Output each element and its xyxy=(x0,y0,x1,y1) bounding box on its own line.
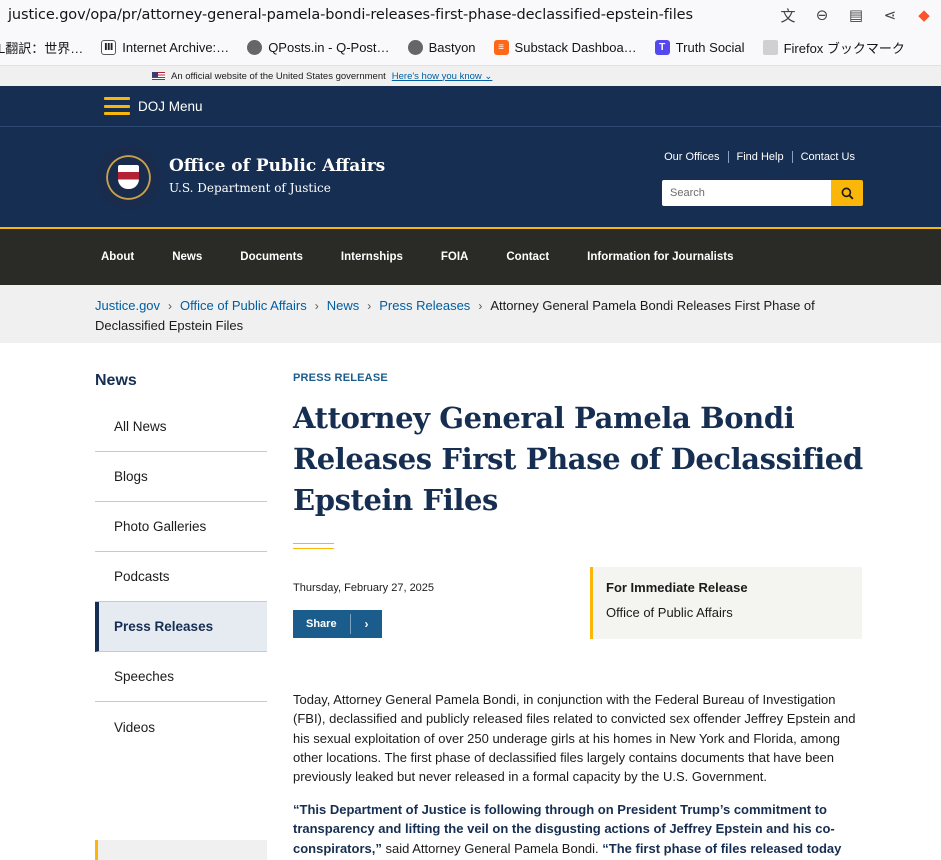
sidebar-item-blogs[interactable]: Blogs xyxy=(95,452,267,502)
url-text[interactable]: justice.gov/opa/pr/attorney-general-pame… xyxy=(8,7,693,23)
article-headline: Attorney General Pamela Bondi Releases F… xyxy=(293,401,863,517)
gov-banner: An official website of the United States… xyxy=(0,66,941,86)
translate-icon[interactable]: 文 xyxy=(771,5,805,26)
bookmark-firefox-folder[interactable]: Firefox ブックマーク xyxy=(762,38,905,57)
contact-us-link[interactable]: Contact Us xyxy=(791,151,863,163)
doj-seal-logo[interactable] xyxy=(96,145,161,210)
substack-icon: ≡ xyxy=(493,40,509,55)
release-info-box: For Immediate Release Office of Public A… xyxy=(590,567,862,639)
bookmark-label: QPosts.in - Q-Post… xyxy=(268,40,390,55)
globe-icon xyxy=(247,40,263,55)
search-form xyxy=(662,180,863,206)
heres-how-you-know-link[interactable]: Here's how you know ⌄ xyxy=(392,71,493,82)
headline-divider xyxy=(293,543,334,549)
bookmark-label: Truth Social xyxy=(675,40,745,55)
sidebar-item-videos[interactable]: Videos xyxy=(95,702,267,752)
folder-icon xyxy=(762,40,778,55)
nav-foia[interactable]: FOIA xyxy=(441,251,468,263)
brave-icon[interactable]: ◆ xyxy=(907,6,941,24)
chevron-right-icon: › xyxy=(350,614,382,634)
chevron-right-icon: › xyxy=(367,299,372,313)
doj-menu-label: DOJ Menu xyxy=(138,98,203,114)
article-body-paragraph: Today, Attorney General Pamela Bondi, in… xyxy=(293,692,856,785)
find-help-link[interactable]: Find Help xyxy=(727,151,792,163)
gov-banner-text: An official website of the United States… xyxy=(171,70,386,82)
quote-text-continued: “The first phase of files released today xyxy=(602,840,842,856)
breadcrumb-press-releases[interactable]: Press Releases xyxy=(379,298,470,313)
sidebar-item-podcasts[interactable]: Podcasts xyxy=(95,552,267,602)
search-icon xyxy=(841,187,854,200)
quote-attribution: said Attorney General Pamela Bondi. xyxy=(381,840,603,856)
nav-internships[interactable]: Internships xyxy=(341,251,403,263)
article-kicker: PRESS RELEASE xyxy=(293,372,388,384)
bookmark-internet-archive[interactable]: Ⅲ Internet Archive:… xyxy=(101,40,229,55)
article: PRESS RELEASE Attorney General Pamela Bo… xyxy=(293,372,863,856)
bookmark-label: Substack Dashboa… xyxy=(514,40,637,55)
reader-icon[interactable]: ▤ xyxy=(839,6,873,24)
sidebar-item-press-releases[interactable]: Press Releases xyxy=(95,602,267,652)
url-bar-actions: 文 ⊖ ▤ ⋖ ◆ xyxy=(771,0,941,30)
nav-documents[interactable]: Documents xyxy=(240,251,303,263)
news-sidebar: News All News Blogs Photo Galleries Podc… xyxy=(95,372,267,752)
doj-menu-button[interactable]: DOJ Menu xyxy=(0,86,941,126)
breadcrumb-office-of-public-affairs[interactable]: Office of Public Affairs xyxy=(180,298,307,313)
bookmark-translate[interactable]: L翻訳：世界… xyxy=(0,38,83,57)
archive-icon: Ⅲ xyxy=(101,40,117,55)
sidebar-item-all-news[interactable]: All News xyxy=(95,402,267,452)
sidebar-title: News xyxy=(95,372,137,389)
chevron-right-icon: › xyxy=(478,299,483,313)
nav-news[interactable]: News xyxy=(172,251,202,263)
bookmarks-bar: L翻訳：世界… Ⅲ Internet Archive:… QPosts.in -… xyxy=(0,30,941,66)
main-navigation: About News Documents Internships FOIA Co… xyxy=(0,227,941,285)
breadcrumb-justice-gov[interactable]: Justice.gov xyxy=(95,298,160,313)
bookmark-label: Bastyon xyxy=(428,40,476,55)
browser-url-bar[interactable]: justice.gov/opa/pr/attorney-general-pame… xyxy=(0,0,941,30)
bookmark-qposts[interactable]: QPosts.in - Q-Post… xyxy=(247,40,390,55)
release-label: For Immediate Release xyxy=(606,580,748,595)
nav-contact[interactable]: Contact xyxy=(506,251,549,263)
bookmark-label: L翻訳：世界… xyxy=(0,41,84,56)
sidebar-related-box xyxy=(95,840,267,860)
release-office: Office of Public Affairs xyxy=(606,605,733,620)
breadcrumb: Justice.gov › Office of Public Affairs › New… xyxy=(0,285,941,343)
office-title[interactable]: Office of Public Affairs xyxy=(169,156,385,176)
bookmark-substack[interactable]: ≡ Substack Dashboa… xyxy=(493,40,637,55)
globe-icon xyxy=(407,40,423,55)
search-button[interactable] xyxy=(831,180,863,206)
nav-about[interactable]: About xyxy=(101,251,134,263)
search-input[interactable] xyxy=(662,180,831,206)
our-offices-link[interactable]: Our Offices xyxy=(656,151,727,163)
share-button[interactable]: Share › xyxy=(293,610,382,638)
truth-social-icon: T xyxy=(654,40,670,55)
article-quote-paragraph: “This Department of Justice is following… xyxy=(293,800,853,858)
hamburger-menu-icon xyxy=(104,97,130,115)
sidebar-item-speeches[interactable]: Speeches xyxy=(95,652,267,702)
bookmark-label: Internet Archive:… xyxy=(122,40,230,55)
bookmark-bastyon[interactable]: Bastyon xyxy=(407,40,476,55)
bookmark-label: Firefox ブックマーク xyxy=(783,41,905,56)
article-date: Thursday, February 27, 2025 xyxy=(293,582,435,594)
breadcrumb-news[interactable]: News xyxy=(327,298,360,313)
bookmark-truth-social[interactable]: T Truth Social xyxy=(654,40,745,55)
site-header: Office of Public Affairs U.S. Department… xyxy=(0,127,941,227)
utility-links: Our Offices Find Help Contact Us xyxy=(656,151,863,163)
chevron-right-icon: › xyxy=(314,299,319,313)
us-flag-icon xyxy=(152,72,165,80)
chevron-right-icon: › xyxy=(168,299,173,313)
office-subtitle: U.S. Department of Justice xyxy=(169,181,331,195)
nav-information-for-journalists[interactable]: Information for Journalists xyxy=(587,251,733,263)
sidebar-item-photo-galleries[interactable]: Photo Galleries xyxy=(95,502,267,552)
zoom-icon[interactable]: ⊖ xyxy=(805,6,839,24)
share-label: Share xyxy=(306,618,337,630)
share-icon[interactable]: ⋖ xyxy=(873,6,907,24)
